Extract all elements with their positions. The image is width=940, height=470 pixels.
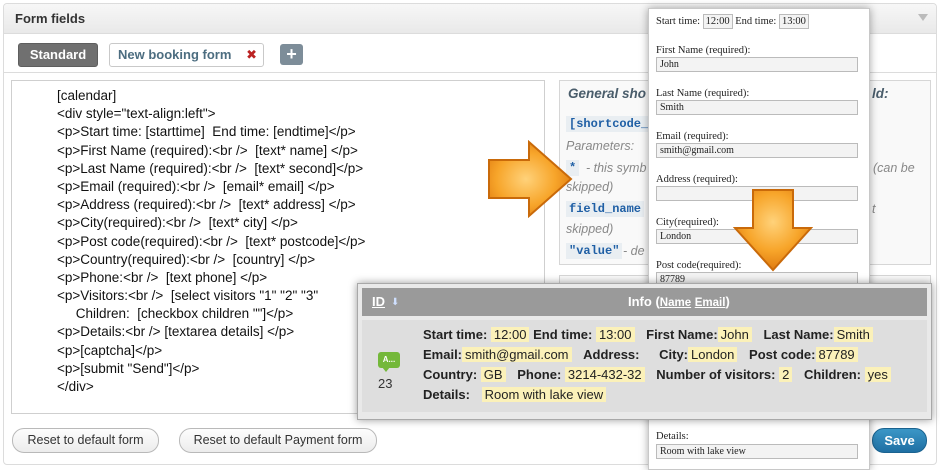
email-value: smith@gmail.com <box>462 347 572 362</box>
code-line: <p>Start time: [starttime] End time: [en… <box>57 124 356 140</box>
children-label: Children: <box>803 367 861 382</box>
info-table-header: ID ⬇ Info (Name Email) <box>362 288 927 316</box>
info-column-header: Info (Name Email) <box>628 294 730 309</box>
shortcode-example: [shortcode_t <box>566 116 659 132</box>
last-name-label: Last Name: <box>763 327 834 342</box>
panel-title: Form fields <box>15 11 86 26</box>
children-value: yes <box>864 367 891 382</box>
code-line: <p>Visitors:<br /> [select visitors "1" … <box>57 288 319 304</box>
booking-id: 23 <box>378 376 393 391</box>
value-desc: - de <box>623 244 645 258</box>
skipped-text-2: skipped) <box>566 222 614 236</box>
arrow-down-icon <box>733 189 813 272</box>
code-line: <p>Phone:<br /> [text phone] </p> <box>57 269 268 285</box>
sort-by-name-link[interactable]: Name <box>660 297 691 309</box>
help-title-end: ld: <box>872 86 889 101</box>
sort-down-icon[interactable]: ⬇ <box>391 297 399 308</box>
visitors-value: 2 <box>779 367 793 382</box>
code-line: [calendar] <box>57 88 117 103</box>
first-name-field[interactable]: John <box>656 57 858 72</box>
visitors-label: Number of visitors: <box>656 367 776 382</box>
info-line-1: Start time: 12:00 End time: 13:00 First … <box>423 327 873 342</box>
reset-default-form-button[interactable]: Reset to default form <box>12 428 159 453</box>
start-time-field[interactable]: 12:00 <box>702 14 733 29</box>
booking-info-table: ID ⬇ Info (Name Email) A... 23 Start tim… <box>357 283 932 420</box>
chat-icon-tail <box>382 367 390 372</box>
phone-label: Phone: <box>517 367 562 382</box>
phone-value: 3214-432-32 <box>564 367 645 382</box>
code-line: </div> <box>57 379 94 394</box>
country-label: Country: <box>423 367 478 382</box>
field-name-code: field_name <box>566 201 645 217</box>
city-label: City: <box>659 347 689 362</box>
arrow-right-icon <box>488 140 573 218</box>
skipped-text-1: skipped) <box>566 180 614 194</box>
country-value: GB <box>480 367 506 382</box>
tab-standard[interactable]: Standard <box>18 43 98 67</box>
last-name-label: Last Name (required): <box>656 88 750 99</box>
start-time-label: Start time: <box>656 16 701 27</box>
city-label: City(required): <box>656 217 719 228</box>
info-table-row: A... 23 Start time: 12:00 End time: 13:0… <box>362 320 927 412</box>
details-label: Details: <box>423 387 470 402</box>
post-code-label: Post code(required): <box>656 260 742 271</box>
value-code: "value" <box>566 243 623 259</box>
first-name-label: First Name (required): <box>656 45 751 56</box>
code-line: <p>Post code(required):<br /> [text* pos… <box>57 233 366 249</box>
email-field[interactable]: smith@gmail.com <box>656 143 858 158</box>
email-label: Email (required): <box>656 131 729 142</box>
star-desc: - this symb <box>586 161 647 175</box>
address-label: Address (required): <box>656 174 738 185</box>
end-time-value: 13:00 <box>595 327 635 342</box>
close-tab-icon[interactable]: ✖ <box>246 44 257 66</box>
collapse-arrow-icon[interactable] <box>918 14 928 21</box>
info-header-label: Info <box>628 294 652 309</box>
code-lines: [calendar] <div style="text-align:left"> <… <box>57 87 365 396</box>
code-line: <p>[submit "Send"]</p> <box>57 360 200 376</box>
details-label: Details: <box>656 431 689 442</box>
info-header-close: ) <box>725 294 730 309</box>
email-label: Email: <box>423 347 463 362</box>
end-time-field[interactable]: 13:00 <box>778 14 809 29</box>
post-code-label: Post code: <box>749 347 816 362</box>
last-name-value: Smith <box>833 327 873 342</box>
info-line-2: Email: smith@gmail.com Address: City: Lond… <box>423 347 858 362</box>
code-line: <p>Country(required):<br /> [country] </… <box>57 251 316 267</box>
approved-chat-icon: A... <box>378 352 400 368</box>
end-time-label: End time: <box>533 327 593 342</box>
can-be-text: (can be <box>873 161 915 175</box>
sort-by-email-link[interactable]: Email <box>695 297 726 309</box>
code-line: <div style="text-align:left"> <box>57 106 216 122</box>
code-line: <p>Address (required):<br /> [text* addr… <box>57 197 356 213</box>
tab-label: New booking form <box>118 47 232 62</box>
address-label: Address: <box>583 347 640 362</box>
info-line-4: Details: Room with lake view <box>423 387 607 402</box>
code-line: <p>Details:<br /> [textarea details] </p… <box>57 324 295 340</box>
city-value: London <box>688 347 738 362</box>
tab-new-booking-form[interactable]: New booking form ✖ <box>109 43 264 67</box>
save-button[interactable]: Save <box>872 428 927 453</box>
details-field[interactable]: Room with lake view <box>656 444 858 459</box>
parameters-label: Parameters: <box>566 139 635 153</box>
first-name-value: John <box>717 327 752 342</box>
code-line: <p>City(required):<br /> [text* city] </… <box>57 215 298 231</box>
start-time-value: 12:00 <box>490 327 530 342</box>
code-line: Children: [checkbox children ""]</p> <box>57 306 294 322</box>
post-code-value: 87789 <box>815 347 858 362</box>
code-line: <p>[captcha]</p> <box>57 342 163 358</box>
add-form-button[interactable]: + <box>280 44 303 65</box>
code-line: <p>Last Name (required):<br /> [text* se… <box>57 160 364 176</box>
code-line: <p>Email (required):<br /> [email* email… <box>57 178 335 194</box>
start-time-label: Start time: <box>423 327 488 342</box>
end-time-label: End time: <box>735 16 777 27</box>
help-title: General sho <box>568 86 647 101</box>
not-text: t <box>872 202 876 216</box>
last-name-field[interactable]: Smith <box>656 100 858 115</box>
reset-payment-form-button[interactable]: Reset to default Payment form <box>179 428 377 453</box>
code-line: <p>First Name (required):<br /> [text* n… <box>57 142 358 158</box>
details-value: Room with lake view <box>481 387 607 402</box>
id-column-header[interactable]: ID <box>372 294 385 309</box>
first-name-label: First Name: <box>646 327 718 342</box>
info-line-3: Country: GB Phone: 3214-432-32 Number of… <box>423 367 891 382</box>
